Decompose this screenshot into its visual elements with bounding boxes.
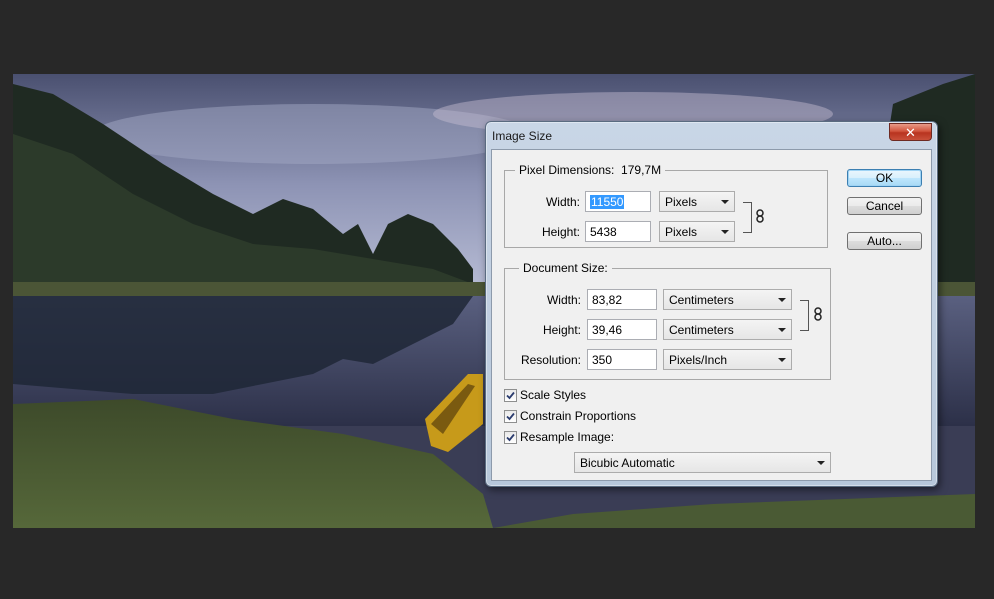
doc-width-input[interactable]: 83,82 (587, 289, 657, 310)
scale-styles-label: Scale Styles (520, 388, 587, 402)
pixel-height-value: 5438 (590, 225, 617, 239)
pixel-width-value: 11550 (590, 195, 625, 209)
pixel-height-label: Height: (541, 225, 580, 239)
doc-height-label: Height: (542, 323, 581, 337)
checkbox-box[interactable] (504, 410, 517, 423)
resolution-value: 350 (592, 353, 613, 367)
dialog-titlebar[interactable]: Image Size ✕ (486, 122, 937, 148)
doc-width-unit-label: Centimeters (669, 293, 734, 307)
resample-method-select[interactable]: Bicubic Automatic (574, 452, 831, 473)
pixel-dimensions-legend: Pixel Dimensions: 179,7M (515, 163, 666, 177)
chevron-down-icon (817, 461, 825, 465)
pixel-dimensions-group: Pixel Dimensions: 179,7M Width: 11550 Pi… (504, 163, 828, 248)
constrain-proportions-label: Constrain Proportions (520, 409, 637, 423)
chevron-down-icon (778, 298, 786, 302)
close-icon: ✕ (905, 126, 916, 141)
doc-height-value: 39,46 (592, 323, 623, 337)
doc-height-unit-select[interactable]: Centimeters (663, 319, 792, 340)
image-size-dialog: Image Size ✕ Pixel Dimensions: 179,7M Wi… (485, 121, 938, 487)
checkmark-icon (506, 433, 515, 442)
document-size-group: Document Size: Width: 83,82 Centimeters … (504, 261, 831, 380)
pixel-dimensions-size: 179,7M (621, 163, 662, 177)
dialog-content: Pixel Dimensions: 179,7M Width: 11550 Pi… (491, 149, 932, 481)
resolution-label: Resolution: (520, 353, 581, 367)
chain-link-icon (756, 209, 764, 223)
checkmark-icon (506, 412, 515, 421)
pixel-width-input[interactable]: 11550 (585, 191, 651, 212)
checkmark-icon (506, 391, 515, 400)
ok-button[interactable]: OK (847, 169, 922, 187)
cancel-button[interactable]: Cancel (847, 197, 922, 215)
pixel-width-label: Width: (545, 195, 580, 209)
close-button[interactable]: ✕ (889, 123, 932, 141)
chain-link-icon (814, 307, 822, 321)
chevron-down-icon (721, 230, 729, 234)
doc-width-value: 83,82 (592, 293, 623, 307)
doc-height-input[interactable]: 39,46 (587, 319, 657, 340)
doc-height-unit-label: Centimeters (669, 323, 734, 337)
chevron-down-icon (721, 200, 729, 204)
resolution-unit-select[interactable]: Pixels/Inch (663, 349, 792, 370)
resample-method-label: Bicubic Automatic (580, 456, 675, 470)
pixel-height-unit-select[interactable]: Pixels (659, 221, 735, 242)
pixel-height-input[interactable]: 5438 (585, 221, 651, 242)
document-size-legend: Document Size: (519, 261, 612, 275)
pixel-link-bracket (743, 202, 752, 233)
dialog-title: Image Size (492, 129, 553, 143)
pixel-width-unit-select[interactable]: Pixels (659, 191, 735, 212)
auto-button[interactable]: Auto... (847, 232, 922, 250)
doc-width-unit-select[interactable]: Centimeters (663, 289, 792, 310)
resolution-unit-label: Pixels/Inch (669, 353, 728, 367)
pixel-height-unit-label: Pixels (665, 225, 698, 239)
resolution-input[interactable]: 350 (587, 349, 657, 370)
pixel-width-unit-label: Pixels (665, 195, 698, 209)
chevron-down-icon (778, 328, 786, 332)
chevron-down-icon (778, 358, 786, 362)
checkbox-box[interactable] (504, 389, 517, 402)
checkbox-box[interactable] (504, 431, 517, 444)
resample-image-label: Resample Image: (520, 430, 615, 444)
document-link-bracket (800, 300, 809, 331)
doc-width-label: Width: (546, 293, 581, 307)
